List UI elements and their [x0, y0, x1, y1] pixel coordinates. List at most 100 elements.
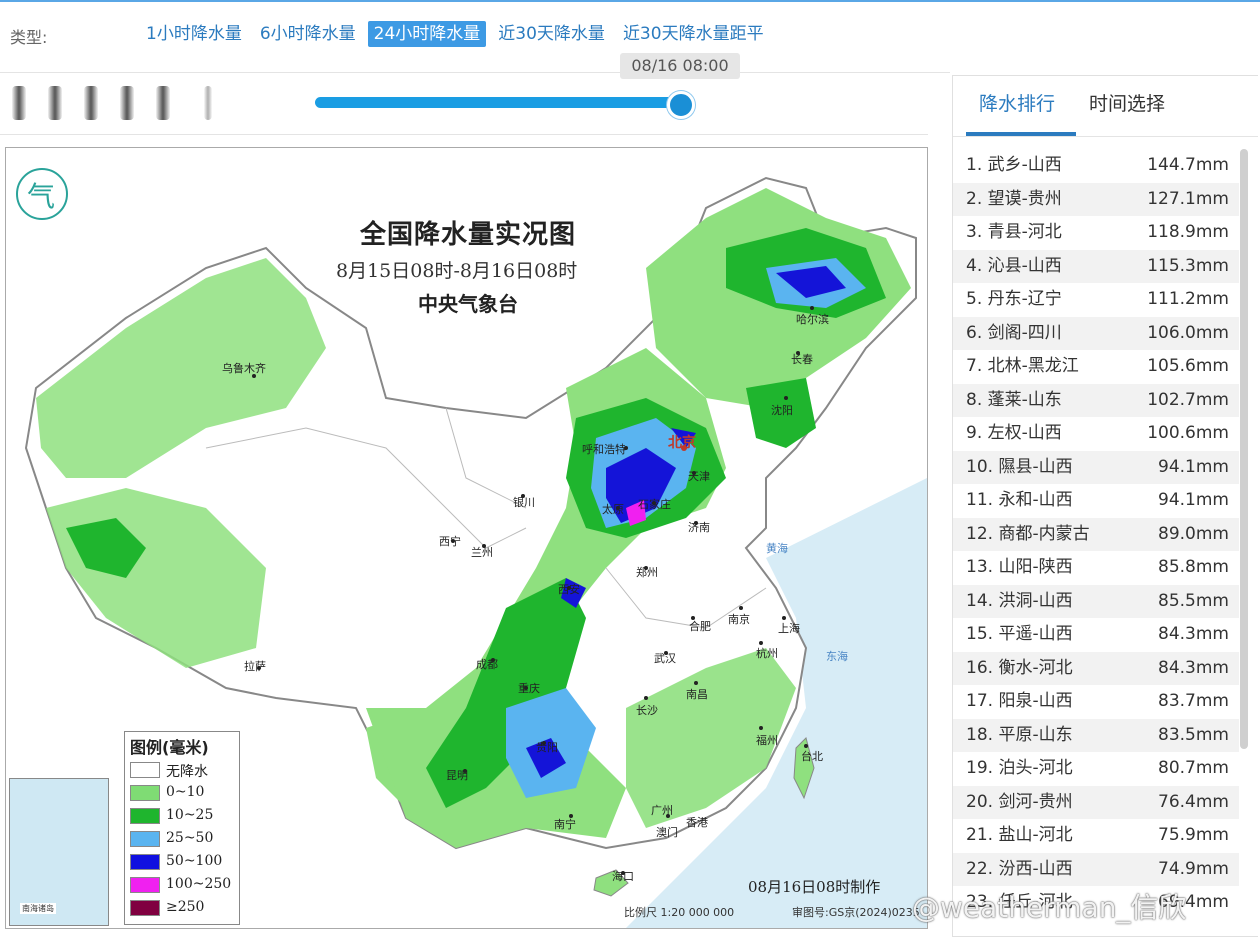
tab-precip-ranking[interactable]: 降水排行	[979, 89, 1055, 116]
legend-title: 图例(毫米)	[130, 738, 209, 757]
tab-time-select[interactable]: 时间选择	[1089, 89, 1165, 116]
ranking-value: 111.2mm	[1147, 289, 1229, 309]
ranking-row[interactable]: 6. 剑阁-四川 106.0mm	[953, 316, 1239, 350]
ranking-station: 6. 剑阁-四川	[966, 322, 1062, 343]
ranking-value: 85.5mm	[1158, 590, 1229, 611]
city-label: 福州	[756, 734, 778, 747]
city-label: 济南	[688, 521, 710, 534]
ranking-value: 74.9mm	[1158, 858, 1229, 879]
ranking-row[interactable]: 22. 汾西-山西 74.9mm	[953, 852, 1239, 886]
ranking-row[interactable]: 10. 隰县-山西 94.1mm	[953, 450, 1239, 484]
ranking-row[interactable]: 5. 丹东-辽宁 111.2mm	[953, 283, 1239, 317]
ranking-row[interactable]: 16. 衡水-河北 84.3mm	[953, 651, 1239, 685]
ranking-station: 21. 盐山-河北	[966, 825, 1073, 845]
ranking-station: 11. 永和-山西	[966, 490, 1073, 510]
city-label: 沈阳	[771, 404, 793, 417]
ranking-value: 89.0mm	[1158, 523, 1229, 544]
sea-label: 黄海	[766, 542, 788, 555]
type-label: 类型:	[10, 28, 48, 47]
city-label: 广州	[651, 804, 673, 817]
map-made-time: 08月16日08时制作	[748, 878, 881, 896]
ranking-value: 85.8mm	[1158, 557, 1229, 577]
ranking-station: 7. 北林-黑龙江	[966, 356, 1079, 376]
ranking-station: 3. 青县-河北	[966, 222, 1062, 242]
city-label: 石家庄	[638, 498, 671, 511]
ranking-scrollbar[interactable]	[1240, 149, 1248, 749]
sea-label: 东海	[826, 650, 848, 663]
tab-30d-anomaly[interactable]: 近30天降水量距平	[617, 21, 770, 47]
ranking-value: 115.3mm	[1147, 255, 1229, 276]
ranking-row[interactable]: 19. 泊头-河北 80.7mm	[953, 752, 1239, 786]
ranking-station: 4. 沁县-山西	[966, 255, 1062, 276]
city-label: 拉萨	[244, 660, 266, 673]
ranking-value: 94.1mm	[1158, 456, 1229, 477]
map-org: 中央气象台	[418, 292, 518, 316]
ranking-row[interactable]: 7. 北林-黑龙江 105.6mm	[953, 350, 1239, 384]
ranking-value: 118.9mm	[1147, 222, 1229, 242]
ranking-station: 20. 剑河-贵州	[966, 791, 1073, 812]
ranking-row[interactable]: 15. 平遥-山西 84.3mm	[953, 618, 1239, 652]
south-china-sea-inset: 南海诸岛	[9, 778, 109, 926]
watermark: @weatherman_信欣	[912, 891, 1187, 924]
tab-24h-precip[interactable]: 24小时降水量	[367, 21, 487, 47]
ranking-row[interactable]: 13. 山阳-陕西 85.8mm	[953, 551, 1239, 585]
ranking-station: 22. 汾西-山西	[966, 858, 1073, 879]
playback-controls-blurred[interactable]	[12, 86, 222, 120]
blurred-control	[48, 86, 62, 120]
city-label: 西安	[558, 583, 580, 596]
legend-swatch	[130, 785, 160, 801]
ranking-row[interactable]: 21. 盐山-河北 75.9mm	[953, 819, 1239, 853]
city-label: 长沙	[636, 704, 658, 717]
tab-6h-precip[interactable]: 6小时降水量	[254, 21, 362, 47]
tab-30d-precip[interactable]: 近30天降水量	[492, 21, 611, 47]
city-label: 重庆	[518, 682, 540, 695]
ranking-row[interactable]: 12. 商都-内蒙古 89.0mm	[953, 517, 1239, 551]
ranking-station: 1. 武乡-山西	[966, 155, 1062, 175]
ranking-value: 106.0mm	[1147, 322, 1229, 343]
ranking-value: 127.1mm	[1147, 188, 1229, 209]
ranking-row[interactable]: 9. 左权-山西 100.6mm	[953, 417, 1239, 451]
time-slider-handle[interactable]	[667, 91, 695, 119]
city-label: 贵阳	[536, 741, 558, 754]
inset-label: 南海诸岛	[20, 903, 56, 914]
ranking-value: 75.9mm	[1158, 825, 1229, 845]
city-label: 合肥	[689, 620, 711, 633]
precipitation-map: 气 全国降水量实况图 8月15日08时-8月16日08时 中央气象台 乌鲁木齐 …	[5, 147, 928, 929]
ranking-row[interactable]: 2. 望谟-贵州 127.1mm	[953, 182, 1239, 216]
ranking-station: 12. 商都-内蒙古	[966, 523, 1090, 544]
ranking-value: 100.6mm	[1147, 423, 1229, 443]
ranking-list: 1. 武乡-山西 144.7mm 2. 望谟-贵州 127.1mm 3. 青县-河北 11…	[953, 149, 1239, 920]
ranking-value: 76.4mm	[1158, 791, 1229, 812]
cma-logo: 气	[16, 168, 68, 220]
divider	[953, 136, 1258, 137]
city-label: 太原	[602, 503, 624, 516]
ranking-station: 16. 衡水-河北	[966, 657, 1073, 678]
ranking-value: 105.6mm	[1147, 356, 1229, 376]
ranking-station: 5. 丹东-辽宁	[966, 289, 1062, 309]
divider	[0, 134, 928, 135]
ranking-row[interactable]: 18. 平原-山东 83.5mm	[953, 718, 1239, 752]
ranking-row[interactable]: 1. 武乡-山西 144.7mm	[953, 149, 1239, 183]
tab-1h-precip[interactable]: 1小时降水量	[140, 21, 248, 47]
ranking-row[interactable]: 4. 沁县-山西 115.3mm	[953, 249, 1239, 283]
city-label: 澳门	[656, 826, 678, 839]
city-label: 银川	[513, 496, 535, 509]
ranking-row[interactable]: 11. 永和-山西 94.1mm	[953, 484, 1239, 518]
slider-time-tooltip: 08/16 08:00	[620, 53, 740, 79]
time-slider-track[interactable]	[315, 97, 682, 108]
ranking-value: 80.7mm	[1158, 758, 1229, 778]
ranking-row[interactable]: 14. 洪洞-山西 85.5mm	[953, 584, 1239, 618]
ranking-station: 18. 平原-山东	[966, 724, 1073, 745]
ranking-row[interactable]: 20. 剑河-贵州 76.4mm	[953, 785, 1239, 819]
ranking-row[interactable]: 3. 青县-河北 118.9mm	[953, 216, 1239, 250]
top-accent-line	[0, 0, 1260, 2]
map-scale: 比例尺 1:20 000 000	[624, 906, 735, 919]
ranking-station: 17. 阳泉-山西	[966, 691, 1073, 711]
legend-swatch	[130, 854, 160, 870]
ranking-row[interactable]: 8. 蓬莱-山东 102.7mm	[953, 383, 1239, 417]
ranking-value: 94.1mm	[1158, 490, 1229, 510]
ranking-row[interactable]: 17. 阳泉-山西 83.7mm	[953, 685, 1239, 719]
city-label: 郑州	[636, 566, 658, 579]
ranking-value: 102.7mm	[1147, 389, 1229, 410]
map-review-number: 审图号:GS京(2024)0235	[792, 906, 920, 919]
